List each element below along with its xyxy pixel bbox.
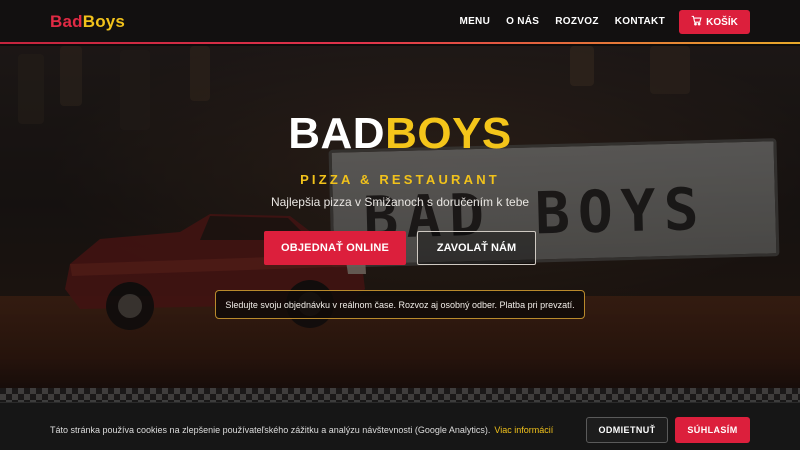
logo[interactable]: BadBoys: [50, 12, 125, 32]
checkered-divider: [0, 388, 800, 402]
hero-subtitle: PIZZA & RESTAURANT: [300, 172, 500, 187]
hero-tagline: Najlepšia pizza v Smižanoch s doručením …: [270, 195, 530, 209]
order-online-button[interactable]: OBJEDNAŤ ONLINE: [264, 231, 406, 265]
nav-item-delivery[interactable]: ROZVOZ: [555, 16, 598, 27]
nav-item-contact[interactable]: KONTAKT: [615, 16, 665, 27]
cart-button[interactable]: KOŠÍK: [679, 10, 750, 34]
logo-part-bad: Bad: [50, 12, 83, 31]
hero-title-yellow: BOYS: [385, 109, 512, 158]
call-us-button[interactable]: ZAVOLAŤ NÁM: [417, 231, 536, 265]
info-notice: Sledujte svoju objednávku v reálnom čase…: [215, 290, 585, 319]
main-nav: MENU O NÁS ROZVOZ KONTAKT: [459, 16, 665, 27]
cookie-reject-button[interactable]: ODMIETNUŤ: [586, 417, 668, 443]
info-notice-text: Sledujte svoju objednávku v reálnom čase…: [225, 299, 575, 310]
hero-title-white: BAD: [288, 109, 386, 158]
cookie-text: Táto stránka používa cookies na zlepšeni…: [50, 425, 553, 435]
cart-icon: [691, 15, 702, 29]
cookie-banner: Táto stránka používa cookies na zlepšeni…: [0, 402, 800, 450]
hero-title: BADBOYS: [0, 112, 800, 156]
nav-item-menu[interactable]: MENU: [459, 16, 490, 27]
hero-overlay: [0, 46, 800, 400]
site-header: BadBoys MENU O NÁS ROZVOZ KONTAKT KOŠÍK: [0, 0, 800, 44]
cart-label: KOŠÍK: [706, 16, 738, 28]
cookie-message: Táto stránka používa cookies na zlepšeni…: [50, 425, 491, 435]
cookie-accept-button[interactable]: SÚHLASÍM: [675, 417, 750, 443]
nav-item-about[interactable]: O NÁS: [506, 16, 539, 27]
hero-background: BAD BOYS: [0, 46, 800, 400]
logo-part-boys: Boys: [82, 12, 126, 31]
cookie-more-info-link[interactable]: Viac informácií: [494, 425, 553, 435]
